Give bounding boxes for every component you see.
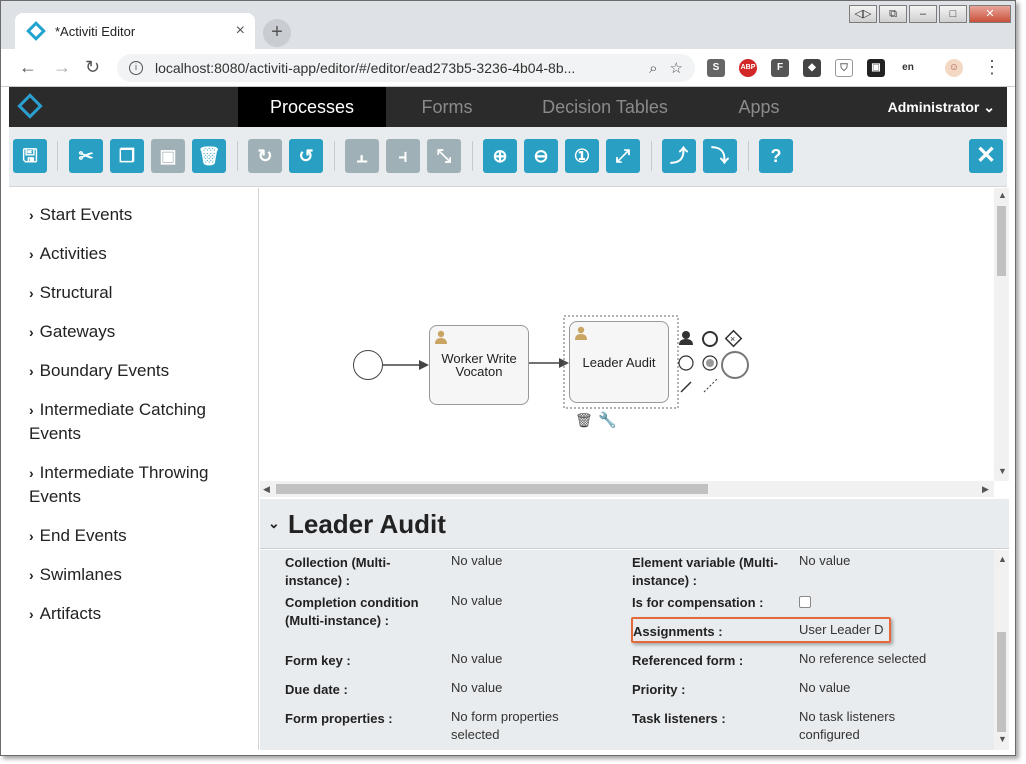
prop-value[interactable]: No value [451, 592, 611, 610]
chevron-down-icon[interactable]: ⌄ [268, 515, 280, 532]
prop-label: Element variable (Multi-instance) : [632, 555, 778, 588]
prop-label: Form properties : [285, 711, 393, 726]
intermediate-event-inner [706, 359, 714, 367]
assignments-highlight [631, 617, 891, 643]
properties-header[interactable]: ⌄ Leader Audit [260, 499, 1009, 549]
svg-text:×: × [730, 334, 735, 344]
prop-label: Form key : [285, 653, 351, 668]
task-worker-write[interactable]: Worker Write Vocaton [429, 325, 529, 405]
task-label: Worker Write Vocaton [441, 351, 517, 379]
prop-value[interactable]: No value [451, 679, 611, 697]
task-label: Leader Audit [582, 354, 656, 370]
properties-scrollbar[interactable]: ▲ ▼ [994, 550, 1009, 750]
prop-value[interactable]: No value [799, 552, 959, 570]
association-quick-icon[interactable] [703, 378, 718, 393]
prop-value[interactable]: No value [451, 650, 611, 668]
flow-arrowhead [419, 360, 429, 370]
gateway-quick-icon[interactable]: × [724, 329, 743, 348]
scrollbar-thumb[interactable] [997, 632, 1006, 732]
task-leader-audit[interactable]: Leader Audit [569, 321, 669, 403]
prop-label: Due date : [285, 682, 348, 697]
wrench-icon[interactable]: 🔧 [598, 411, 617, 429]
timer-event-quick-icon[interactable] [678, 355, 694, 371]
prop-value[interactable]: No reference selected [799, 650, 969, 668]
prop-label: Is for compensation : [632, 595, 764, 610]
user-task-icon [575, 326, 587, 340]
prop-value[interactable]: No value [799, 679, 959, 697]
user-task-quick-icon[interactable] [679, 331, 693, 345]
properties-title: Leader Audit [288, 509, 446, 539]
prop-label: Completion condition (Multi-instance) : [285, 595, 419, 628]
scroll-down-icon[interactable]: ▼ [998, 734, 1007, 744]
scroll-up-icon[interactable]: ▲ [998, 554, 1007, 564]
prop-label: Collection (Multi-instance) : [285, 555, 391, 588]
user-task-icon [435, 330, 447, 344]
prop-label: Priority : [632, 682, 686, 697]
prop-label: Referenced form : [632, 653, 744, 668]
trash-icon[interactable]: 🗑 [575, 412, 593, 429]
prop-value[interactable]: No value [451, 552, 611, 570]
browser-window: *Activiti Editor × + ◁▷ ⧉ – □ ✕ ← → ↻ i … [0, 0, 1016, 756]
connector-quick-icon[interactable] [721, 351, 749, 379]
flow-quick-icon[interactable] [680, 381, 692, 393]
end-event-quick-icon[interactable] [702, 331, 718, 347]
shape-quick-menu: × [678, 329, 749, 393]
prop-label: Task listeners : [632, 711, 726, 726]
prop-value[interactable]: No form properties selected [451, 708, 591, 744]
prop-value[interactable]: No task listeners configured [799, 708, 929, 744]
compensation-checkbox[interactable] [799, 596, 811, 608]
